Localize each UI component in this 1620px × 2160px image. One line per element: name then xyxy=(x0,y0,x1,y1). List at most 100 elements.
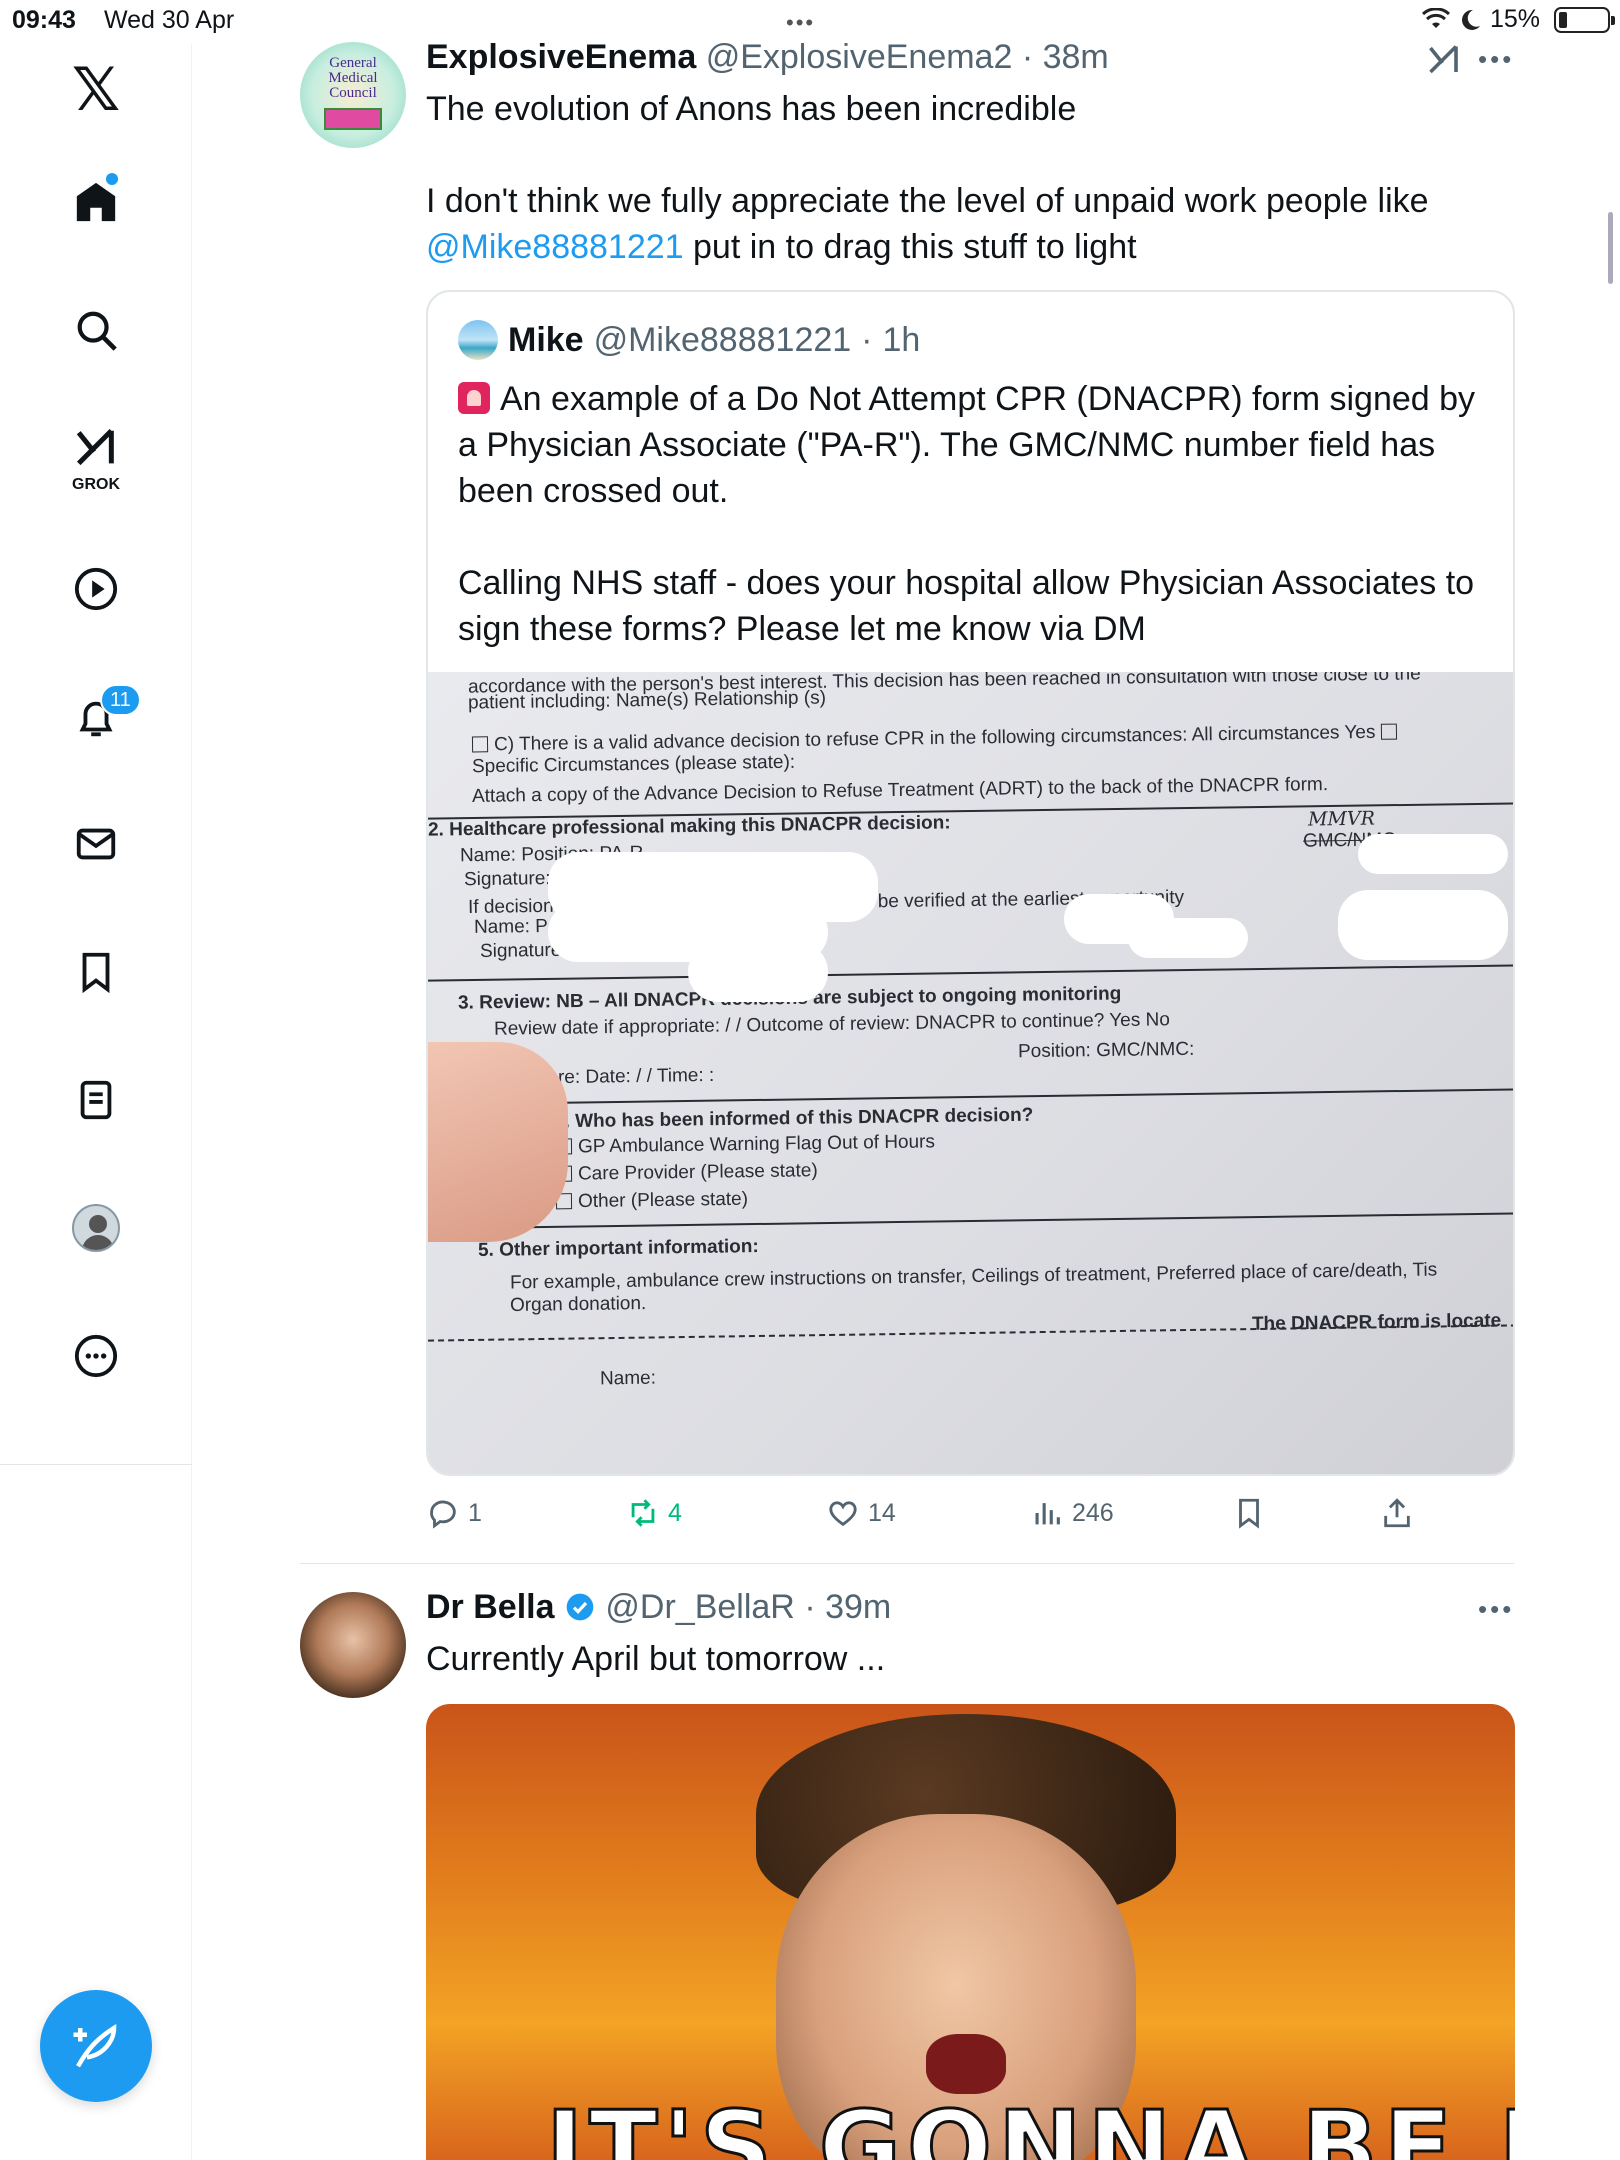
quote-timestamp: 1h xyxy=(882,320,921,359)
tweet1-header: ExplosiveEnema @ExplosiveEnema2 · 38m xyxy=(426,38,1109,76)
more-circle-icon xyxy=(74,1334,118,1378)
quoted-tweet[interactable]: Mike @Mike88881221 · 1h An example of a … xyxy=(426,290,1515,1476)
wifi-icon xyxy=(1421,7,1450,28)
form-line: 4. Who has been informed of this DNACPR … xyxy=(553,1104,1034,1133)
sidebar-grok-label: GROK xyxy=(72,476,120,493)
x-logo[interactable]: 𝕏 xyxy=(56,50,136,130)
sidebar: 𝕏 GROK 11 xyxy=(0,44,192,2160)
sidebar-item-home[interactable] xyxy=(56,162,136,242)
sidebar-item-more[interactable] xyxy=(56,1316,136,1396)
siren-emoji-icon xyxy=(458,382,490,414)
form-line: Care Provider (Please state) xyxy=(555,1160,818,1186)
repost-button[interactable]: 4 xyxy=(626,1496,682,1530)
quote-author-name: Mike xyxy=(508,320,584,359)
reply-icon xyxy=(430,1500,456,1529)
form-line: C) There is a valid advance decision to … xyxy=(471,722,1403,757)
sidebar-item-lists[interactable] xyxy=(56,1060,136,1140)
view-count: 246 xyxy=(1072,1498,1114,1527)
tweet2-text: Currently April but tomorrow ... xyxy=(426,1640,886,1678)
moon-icon xyxy=(1461,9,1480,30)
battery-icon xyxy=(1554,6,1615,33)
tweet1-author-name[interactable]: ExplosiveEnema xyxy=(426,38,696,76)
compose-feather-icon xyxy=(73,2023,117,2068)
form-line: GP Ambulance Warning Flag Out of Hours xyxy=(555,1131,935,1158)
compose-post-button[interactable] xyxy=(40,1990,152,2102)
bookmark-icon xyxy=(82,952,110,994)
multitask-dots-icon[interactable]: ••• xyxy=(786,10,815,36)
quote-header: Mike @Mike88881221 · 1h xyxy=(458,320,920,360)
redaction-mark xyxy=(1358,834,1508,874)
sidebar-item-bookmarks[interactable] xyxy=(56,932,136,1012)
mike-avatar xyxy=(458,320,498,360)
form-line: 5. Other important information: xyxy=(477,1236,759,1261)
meme-caption: IT'S GONNA BE MAY xyxy=(545,2088,1515,2160)
form-line: re: Date: / / Time: : xyxy=(557,1064,715,1089)
bookmark-icon xyxy=(1239,1498,1259,1529)
explosiveenema-avatar[interactable]: General Medical Council xyxy=(300,42,406,148)
drbella-avatar[interactable] xyxy=(300,1592,406,1698)
form-line: Other (Please state) xyxy=(555,1189,748,1214)
like-count: 14 xyxy=(868,1498,896,1527)
x-logo-icon: 𝕏 xyxy=(71,55,121,125)
tweet1-text: The evolution of Anons has been incredib… xyxy=(426,86,1516,270)
tweet2-meme-image[interactable]: IT'S GONNA BE MAY xyxy=(426,1704,1515,2160)
form-line: Review date if appropriate: / / Outcome … xyxy=(493,1009,1171,1040)
like-button[interactable]: 14 xyxy=(826,1496,896,1530)
reply-button[interactable]: 1 xyxy=(426,1496,482,1530)
views-button[interactable]: 246 xyxy=(1030,1496,1114,1530)
tweet1-actions: 1 4 14 246 xyxy=(426,1496,1516,1540)
sidebar-item-search[interactable] xyxy=(56,290,136,370)
tweet2-header: Dr Bella @Dr_BellaR · 39m xyxy=(426,1588,892,1626)
form-line: Attach a copy of the Advance Decision to… xyxy=(471,774,1329,807)
form-line: Organ donation. xyxy=(509,1293,647,1316)
tweet2-timestamp[interactable]: 39m xyxy=(825,1588,891,1626)
list-icon xyxy=(80,1080,112,1120)
mail-icon xyxy=(76,828,116,860)
scrollbar[interactable] xyxy=(1608,212,1613,284)
share-button[interactable] xyxy=(1380,1496,1414,1530)
sidebar-item-videos[interactable] xyxy=(56,549,136,629)
tweet1-line1: The evolution of Anons has been incredib… xyxy=(426,90,1077,128)
views-chart-icon xyxy=(1035,1503,1060,1525)
tweet1-handle[interactable]: @ExplosiveEnema2 xyxy=(706,38,1013,76)
status-date: Wed 30 Apr xyxy=(104,6,235,34)
repost-icon xyxy=(631,1499,655,1527)
profile-avatar-icon xyxy=(72,1204,120,1252)
meme-mouth xyxy=(926,2034,1006,2094)
handwritten-note: MMVR xyxy=(1307,807,1376,831)
status-indicators: 15% xyxy=(1421,5,1615,34)
repost-count: 4 xyxy=(668,1498,682,1527)
quote-handle: @Mike88881221 xyxy=(593,320,852,359)
form-line: Name: xyxy=(599,1367,657,1390)
dnacpr-form-photo[interactable]: accordance with the person's best intere… xyxy=(428,672,1513,1474)
form-line: Specific Circumstances (please state): xyxy=(471,751,796,778)
battery-percent: 15% xyxy=(1489,5,1540,33)
mention-link[interactable]: @Mike88881221 xyxy=(426,228,684,266)
home-icon xyxy=(76,182,116,222)
form-line: For example, ambulance crew instructions… xyxy=(509,1259,1438,1294)
verified-badge-icon xyxy=(566,1593,594,1621)
form-line: The DNACPR form is locate xyxy=(1251,1310,1502,1335)
status-time: 09:43 xyxy=(12,6,76,34)
new-posts-dot xyxy=(106,173,118,185)
tweet2-author-name[interactable]: Dr Bella xyxy=(426,1588,555,1626)
tweet2-handle[interactable]: @Dr_BellaR xyxy=(605,1588,794,1626)
avatar-logo-text: General Medical Council xyxy=(328,55,378,101)
play-icon xyxy=(74,567,118,611)
reply-count: 1 xyxy=(468,1498,482,1527)
thumb-in-photo xyxy=(428,1042,568,1242)
search-icon xyxy=(77,311,117,351)
quote-text: An example of a Do Not Attempt CPR (DNAC… xyxy=(458,380,1476,648)
sidebar-item-profile[interactable] xyxy=(56,1188,136,1268)
sidebar-divider xyxy=(0,1464,192,1465)
redaction-mark xyxy=(1338,890,1508,960)
bookmark-button[interactable] xyxy=(1232,1496,1266,1530)
tweet-divider xyxy=(300,1563,1514,1564)
redaction-mark xyxy=(688,942,828,1002)
share-icon xyxy=(1384,1498,1410,1528)
sidebar-item-messages[interactable] xyxy=(56,804,136,884)
tweet2-more-icon[interactable]: ••• xyxy=(1478,1594,1514,1625)
tweet1-more-icon[interactable]: ••• xyxy=(1478,44,1514,75)
tweet1-timestamp[interactable]: 38m xyxy=(1043,38,1109,76)
grok-explain-icon[interactable] xyxy=(1426,42,1462,78)
